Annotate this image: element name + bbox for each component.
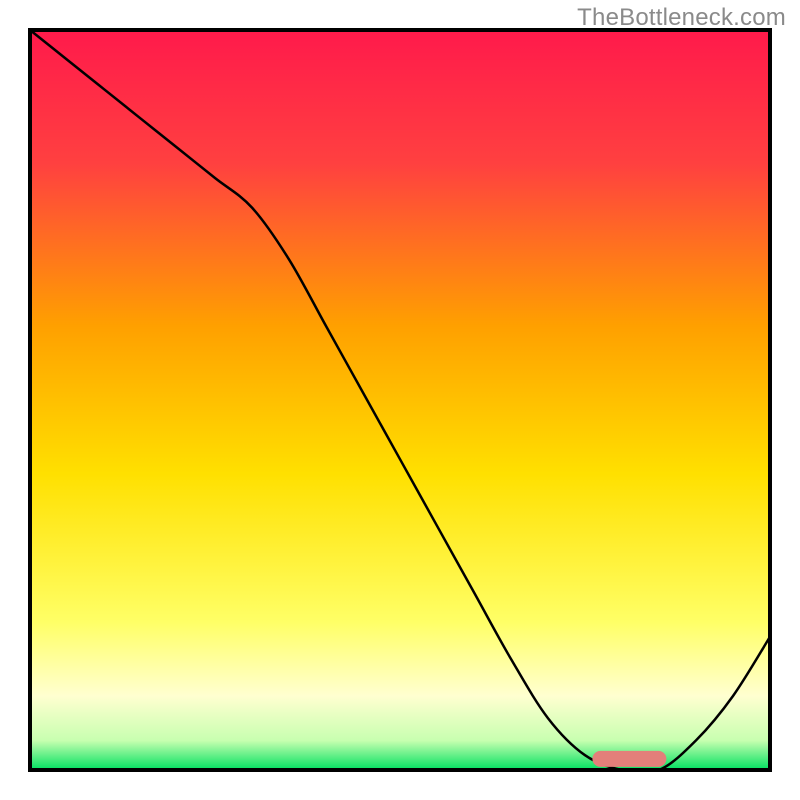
chart-container: TheBottleneck.com <box>0 0 800 800</box>
sweet-spot-marker <box>592 751 666 767</box>
plot-background <box>30 30 770 770</box>
bottleneck-chart <box>0 0 800 800</box>
